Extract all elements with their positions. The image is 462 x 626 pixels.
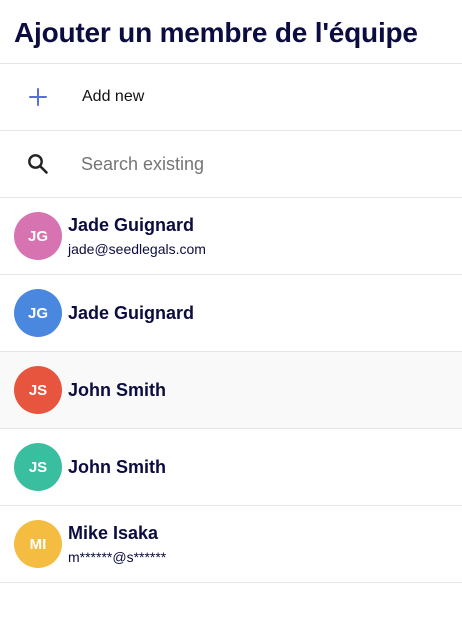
member-avatar-wrap: JS	[0, 443, 68, 491]
add-new-button[interactable]: Add new	[0, 64, 462, 131]
member-avatar-wrap: MI	[0, 520, 68, 568]
avatar: JS	[14, 443, 62, 491]
search-input[interactable]	[76, 153, 411, 175]
avatar: JS	[14, 366, 62, 414]
member-name: Jade Guignard	[68, 215, 195, 235]
member-email: jade@seedlegals.com	[68, 241, 206, 257]
add-new-label: Add new	[82, 88, 145, 105]
member-row[interactable]: JS John Smith	[0, 429, 462, 506]
member-avatar-wrap: JG	[0, 212, 68, 260]
member-row[interactable]: JS John Smith	[0, 352, 462, 429]
member-email: m******@s******	[68, 549, 167, 565]
add-new-icon-wrap	[0, 87, 76, 107]
member-info: John Smith	[68, 379, 166, 401]
plus-icon	[28, 87, 48, 107]
search-icon	[28, 154, 48, 174]
member-row[interactable]: JG Jade Guignard jade@seedlegals.com	[0, 198, 462, 275]
page-title: Ajouter un membre de l'équipe	[0, 0, 462, 64]
member-name: Mike Isaka	[68, 523, 159, 543]
member-info: Mike Isaka m******@s******	[68, 522, 166, 566]
search-row[interactable]	[0, 131, 462, 198]
member-name: Jade Guignard	[68, 303, 195, 323]
member-info: Jade Guignard	[68, 302, 194, 324]
avatar: JG	[14, 289, 62, 337]
member-name: John Smith	[68, 380, 166, 400]
avatar: MI	[14, 520, 62, 568]
avatar: JG	[14, 212, 62, 260]
add-team-member-panel: Ajouter un membre de l'équipe Add new JG…	[0, 0, 462, 626]
member-avatar-wrap: JS	[0, 366, 68, 414]
search-icon-wrap	[0, 152, 76, 176]
member-row[interactable]: MI Mike Isaka m******@s******	[0, 506, 462, 583]
member-avatar-wrap: JG	[0, 289, 68, 337]
member-info: John Smith	[68, 456, 166, 478]
member-row[interactable]: JG Jade Guignard	[0, 275, 462, 352]
member-info: Jade Guignard jade@seedlegals.com	[68, 214, 206, 258]
member-name: John Smith	[68, 457, 166, 477]
